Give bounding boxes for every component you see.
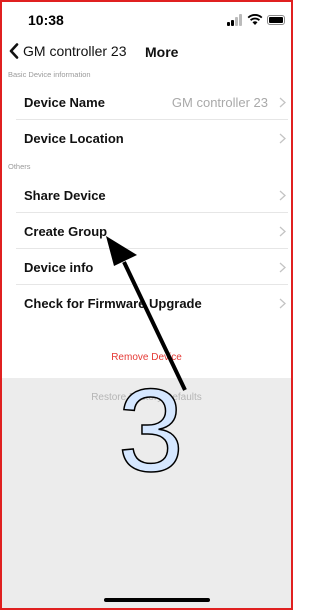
section-label-others: Others: [8, 162, 31, 171]
create-group-row[interactable]: Create Group: [8, 213, 288, 249]
back-label: GM controller 23: [23, 43, 127, 59]
row-label: Device info: [24, 259, 94, 275]
row-label: Share Device: [24, 187, 106, 203]
chevron-right-icon: [279, 190, 286, 201]
status-time: 10:38: [28, 12, 64, 28]
row-label: Device Name: [24, 94, 105, 110]
chevron-right-icon: [279, 133, 286, 144]
device-info-row[interactable]: Device info: [8, 249, 288, 285]
battery-icon: [267, 15, 285, 25]
chevron-left-icon: [9, 43, 19, 59]
row-label: Check for Firmware Upgrade: [24, 295, 202, 311]
annotation-number: 3: [117, 365, 184, 497]
device-location-row[interactable]: Device Location: [8, 120, 288, 156]
chevron-right-icon: [279, 262, 286, 273]
page-title: More: [145, 44, 179, 60]
firmware-upgrade-row[interactable]: Check for Firmware Upgrade: [8, 285, 288, 321]
back-button[interactable]: GM controller 23: [8, 40, 126, 62]
chevron-right-icon: [279, 97, 286, 108]
share-device-row[interactable]: Share Device: [8, 177, 288, 213]
home-indicator: [104, 598, 210, 602]
nav-bar: GM controller 23 More: [0, 36, 293, 64]
section-label-basic: Basic Device information: [8, 70, 91, 79]
chevron-right-icon: [279, 226, 286, 237]
device-name-row[interactable]: Device Name GM controller 23: [8, 84, 288, 120]
wifi-icon: [247, 14, 263, 25]
row-label: Device Location: [24, 130, 124, 146]
signal-icon: [227, 14, 243, 26]
row-label: Create Group: [24, 223, 108, 239]
remove-device-button[interactable]: Remove Device: [0, 352, 293, 363]
chevron-right-icon: [279, 298, 286, 309]
status-bar: 10:38: [0, 0, 293, 34]
row-value: GM controller 23: [171, 94, 268, 110]
